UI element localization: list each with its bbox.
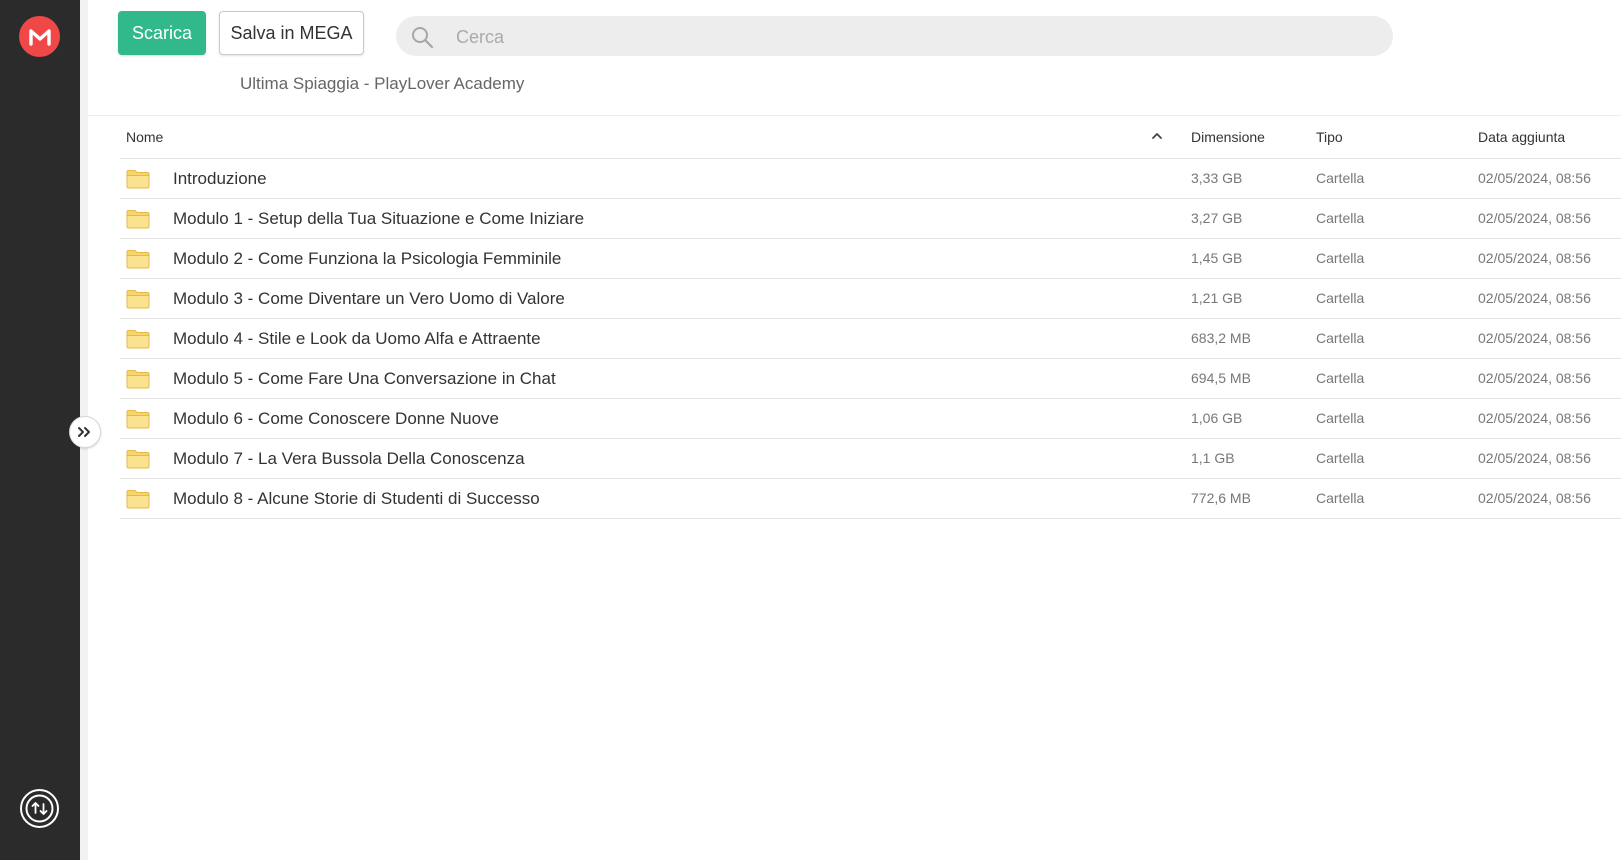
double-chevron-right-icon (78, 427, 90, 437)
row-name: Modulo 7 - La Vera Bussola Della Conosce… (173, 449, 525, 468)
row-date: 02/05/2024, 08:56 (1478, 290, 1591, 306)
row-size: 3,27 GB (1191, 210, 1243, 226)
header-divider (88, 115, 1621, 116)
transfer-sync-icon[interactable] (19, 788, 60, 829)
folder-icon (126, 289, 150, 309)
row-name: Modulo 8 - Alcune Storie di Studenti di … (173, 489, 540, 508)
row-date: 02/05/2024, 08:56 (1478, 250, 1591, 266)
folder-title: Ultima Spiaggia - PlayLover Academy (240, 74, 525, 93)
folder-icon (126, 449, 150, 469)
row-date: 02/05/2024, 08:56 (1478, 170, 1591, 186)
download-button[interactable]: Scarica (118, 11, 206, 55)
row-size: 683,2 MB (1191, 330, 1251, 346)
folder-icon (126, 209, 150, 229)
search-bar (396, 16, 1393, 58)
table-row[interactable]: Modulo 7 - La Vera Bussola Della Conosce… (120, 439, 1621, 479)
row-date: 02/05/2024, 08:56 (1478, 490, 1591, 506)
row-size: 1,45 GB (1191, 250, 1243, 266)
table-body: Introduzione 3,33 GB Cartella 02/05/2024, 0… (120, 159, 1621, 519)
row-size: 1,06 GB (1191, 410, 1243, 426)
row-type: Cartella (1316, 210, 1365, 226)
folder-icon (126, 329, 150, 349)
row-type: Cartella (1316, 490, 1365, 506)
row-name: Modulo 4 - Stile e Look da Uomo Alfa e A… (173, 329, 541, 348)
column-header-name[interactable]: Nome (126, 129, 163, 145)
row-size: 772,6 MB (1191, 490, 1251, 506)
row-type: Cartella (1316, 410, 1365, 426)
left-sidebar (0, 0, 80, 860)
row-name: Modulo 3 - Come Diventare un Vero Uomo d… (173, 289, 565, 308)
table-row[interactable]: Modulo 1 - Setup della Tua Situazione e … (120, 199, 1621, 239)
row-type: Cartella (1316, 330, 1365, 346)
row-name: Modulo 1 - Setup della Tua Situazione e … (173, 209, 585, 228)
column-header-type[interactable]: Tipo (1316, 129, 1343, 145)
row-name: Modulo 6 - Come Conoscere Donne Nuove (173, 409, 500, 428)
chevron-up-icon[interactable] (1150, 129, 1164, 143)
search-input[interactable] (454, 16, 1358, 58)
row-name: Modulo 5 - Come Fare Una Conversazione i… (173, 369, 556, 388)
table-row[interactable]: Modulo 8 - Alcune Storie di Studenti di … (120, 479, 1621, 519)
row-name: Introduzione (173, 169, 267, 188)
save-to-mega-button[interactable]: Salva in MEGA (219, 11, 364, 55)
column-header-size[interactable]: Dimensione (1191, 129, 1265, 145)
expand-sidebar-button[interactable] (69, 416, 101, 448)
folder-icon (126, 409, 150, 429)
row-type: Cartella (1316, 250, 1365, 266)
folder-icon (126, 369, 150, 389)
row-type: Cartella (1316, 290, 1365, 306)
row-type: Cartella (1316, 450, 1365, 466)
table-row[interactable]: Modulo 4 - Stile e Look da Uomo Alfa e A… (120, 319, 1621, 359)
row-date: 02/05/2024, 08:56 (1478, 330, 1591, 346)
table-row[interactable]: Modulo 6 - Come Conoscere Donne Nuove 1,0… (120, 399, 1621, 439)
file-table: Nome Dimensione Tipo Data aggiunta Intro… (120, 117, 1621, 519)
row-date: 02/05/2024, 08:56 (1478, 410, 1591, 426)
row-size: 1,21 GB (1191, 290, 1243, 306)
row-date: 02/05/2024, 08:56 (1478, 370, 1591, 386)
folder-icon (126, 169, 150, 189)
folder-icon (126, 489, 150, 509)
row-size: 3,33 GB (1191, 170, 1243, 186)
row-date: 02/05/2024, 08:56 (1478, 450, 1591, 466)
row-type: Cartella (1316, 370, 1365, 386)
search-icon[interactable] (410, 25, 434, 49)
table-row[interactable]: Modulo 5 - Come Fare Una Conversazione i… (120, 359, 1621, 399)
row-size: 1,1 GB (1191, 450, 1235, 466)
folder-icon (126, 249, 150, 269)
app-window: Scarica Salva in MEGA Ultima Spiaggia - … (0, 0, 1621, 860)
row-type: Cartella (1316, 170, 1365, 186)
row-date: 02/05/2024, 08:56 (1478, 210, 1591, 226)
row-size: 694,5 MB (1191, 370, 1251, 386)
table-row[interactable]: Modulo 3 - Come Diventare un Vero Uomo d… (120, 279, 1621, 319)
table-row[interactable]: Introduzione 3,33 GB Cartella 02/05/2024, 0… (120, 159, 1621, 199)
mega-logo-icon[interactable] (19, 16, 60, 57)
row-name: Modulo 2 - Come Funziona la Psicologia F… (173, 249, 562, 268)
column-header-date[interactable]: Data aggiunta (1478, 129, 1565, 145)
table-row[interactable]: Modulo 2 - Come Funziona la Psicologia F… (120, 239, 1621, 279)
table-header: Nome Dimensione Tipo Data aggiunta (120, 117, 1621, 159)
